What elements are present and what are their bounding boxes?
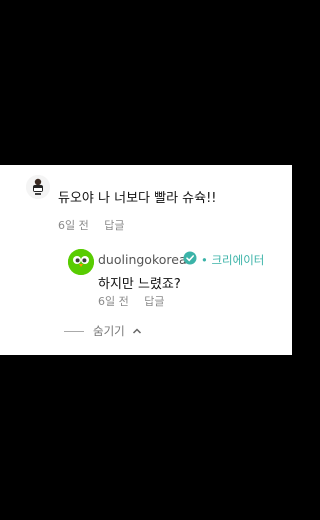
reply-text: 하지만 느렸죠? — [98, 277, 181, 292]
hide-replies-button[interactable]: 숨기기 — [64, 323, 142, 339]
creator-bullet-icon: • — [201, 253, 208, 267]
reply-time: 6일 전 — [98, 295, 129, 308]
reply-reply-button[interactable]: 답글 — [144, 295, 164, 308]
creator-badge: • 크리에이터 — [201, 252, 264, 268]
comment-text: 듀오야 나 너보다 빨라 슈슉!! — [58, 191, 217, 206]
comment-time: 6일 전 — [58, 219, 89, 232]
duolingo-avatar[interactable] — [68, 249, 94, 275]
creator-label: 크리에이터 — [211, 253, 265, 267]
duo-owl-icon — [68, 249, 94, 275]
verified-check-icon — [183, 251, 197, 265]
comment-panel: 듀오야 나 너보다 빨라 슈슉!! 6일 전 답글 duolingokorea … — [0, 165, 292, 355]
divider-line — [64, 330, 84, 332]
person-photo-icon — [26, 175, 50, 199]
chevron-up-icon — [132, 328, 141, 334]
comment-reply-button[interactable]: 답글 — [104, 219, 124, 232]
hide-replies-label: 숨기기 — [93, 324, 125, 338]
comment-meta: 6일 전 답글 — [58, 217, 137, 233]
commenter-avatar[interactable] — [26, 175, 50, 199]
reply-meta: 6일 전 답글 — [98, 293, 177, 309]
reply-username[interactable]: duolingokorea — [98, 252, 187, 267]
